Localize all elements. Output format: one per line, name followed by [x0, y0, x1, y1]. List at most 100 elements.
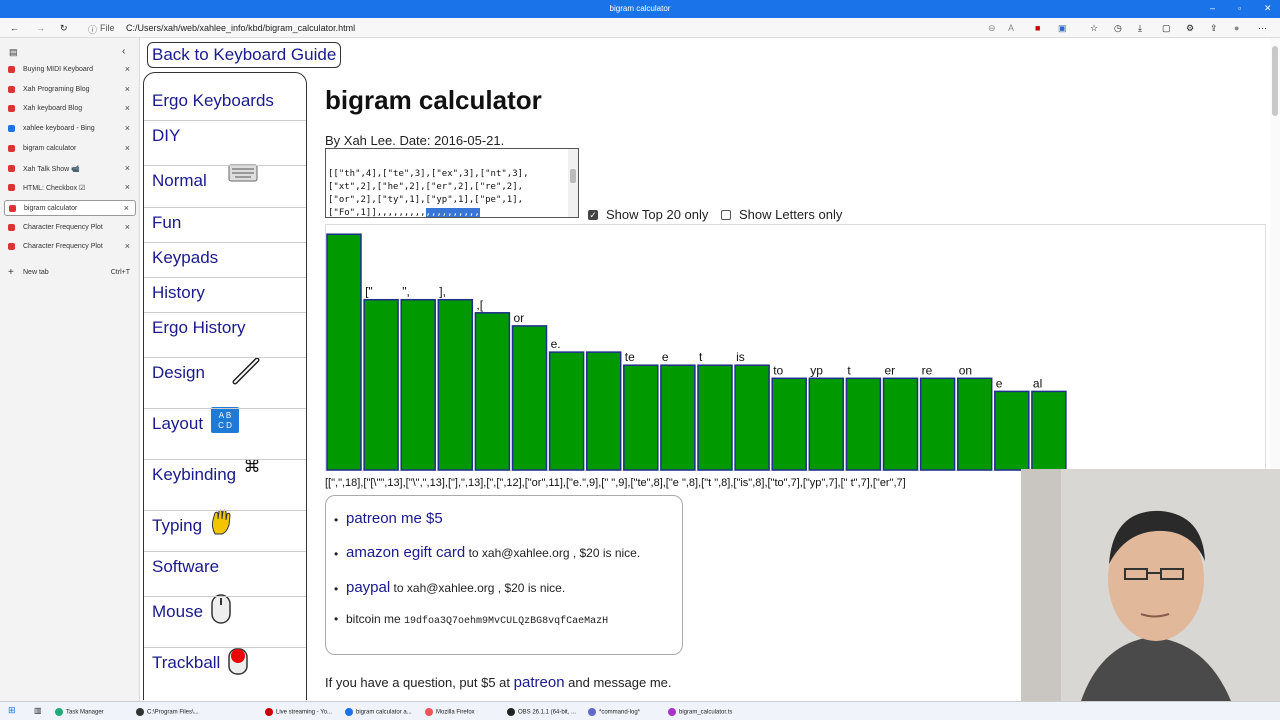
- read-aloud-icon[interactable]: A: [1008, 23, 1014, 33]
- close-tab-icon[interactable]: ×: [125, 222, 130, 232]
- trackball-icon: [227, 645, 249, 680]
- chart-bar-label: on: [959, 363, 972, 377]
- sidebar-tab[interactable]: Xah Programing Blog ×: [4, 82, 136, 98]
- window-title: bigram calculator: [609, 4, 671, 13]
- chart-bar-label: e: [996, 376, 1003, 390]
- letters-checkbox-row[interactable]: Show Letters only: [721, 207, 842, 222]
- taskbar-item-label: Mozilla Firefox: [436, 709, 475, 716]
- taskview-icon[interactable]: ▥: [34, 706, 42, 715]
- taskbar-item[interactable]: Live streaming - Yo...: [265, 708, 332, 716]
- favorites-icon[interactable]: ☆: [1090, 23, 1098, 34]
- collapse-sidebar-icon[interactable]: ‹: [122, 46, 125, 57]
- chart-bar-label: to: [773, 363, 783, 377]
- nav-item-fun[interactable]: Fun: [152, 213, 304, 233]
- nav-item-label: Typing: [152, 516, 203, 535]
- share-icon[interactable]: ⇪: [1210, 23, 1218, 34]
- sidebar-tab[interactable]: Buying MIDI Keyboard ×: [4, 62, 136, 78]
- close-tab-icon[interactable]: ×: [125, 64, 130, 74]
- sidebar-tab[interactable]: bigram calculator ×: [4, 199, 136, 216]
- patreon-link[interactable]: patreon me $5: [346, 510, 443, 527]
- taskbar-item[interactable]: bigram calculator a...: [345, 708, 412, 716]
- bigram-chart-svg: [" ",], ,[or e. te e t is to yp t er re on e al: [326, 233, 1067, 471]
- nav-divider: [144, 510, 306, 511]
- extensions-icon[interactable]: ⚙: [1186, 23, 1194, 34]
- sidebar-tab[interactable]: xahlee keyboard - Bing ×: [4, 121, 136, 137]
- site-nav: Ergo Keyboards DIY Normal Fun Keypads History…: [143, 72, 307, 700]
- close-tab-icon[interactable]: ×: [125, 182, 130, 192]
- nav-divider: [144, 312, 306, 313]
- bigram-textarea[interactable]: [["th",4],["te",3],["ex",3],["nt",3], ["x…: [325, 148, 579, 218]
- top20-checkbox-row[interactable]: ✓ Show Top 20 only: [588, 207, 708, 222]
- textarea-scrollbar[interactable]: [568, 149, 578, 217]
- sidebar-tab[interactable]: Character Frequency Plot ×: [4, 239, 136, 255]
- extension-icon[interactable]: ■: [1035, 23, 1040, 33]
- minimize-icon[interactable]: –: [1210, 3, 1215, 13]
- sidebar-tab[interactable]: HTML: Checkbox ☑ ×: [4, 180, 136, 196]
- close-tab-icon[interactable]: ×: [125, 143, 130, 153]
- sidebar-tab[interactable]: bigram calculator ×: [4, 141, 136, 157]
- taskbar-item[interactable]: Task Manager: [55, 708, 104, 716]
- close-window-icon[interactable]: ✕: [1264, 3, 1272, 14]
- back-icon[interactable]: ←: [10, 23, 19, 33]
- question-patreon-link[interactable]: patreon: [514, 674, 565, 691]
- nav-item-software[interactable]: Software: [152, 557, 304, 577]
- taskbar-item[interactable]: OBS 26.1.1 (64-bit, ...: [507, 708, 576, 716]
- nav-item-keybinding[interactable]: Keybinding: [152, 465, 304, 485]
- taskbar-item[interactable]: bigram_calculator.ts: [668, 708, 732, 716]
- nav-item-diy[interactable]: DIY: [152, 126, 304, 146]
- chart-bar-label: or: [514, 311, 525, 325]
- new-tab-button[interactable]: + New tab Ctrl+T: [4, 265, 136, 281]
- translate-icon[interactable]: ▣: [1058, 23, 1067, 34]
- profile-icon[interactable]: ●: [1234, 23, 1239, 33]
- close-tab-icon[interactable]: ×: [125, 123, 130, 133]
- close-tab-icon[interactable]: ×: [125, 84, 130, 94]
- wrench-icon: [230, 355, 262, 392]
- url-scheme: File: [100, 23, 115, 33]
- letters-checkbox[interactable]: [721, 209, 731, 220]
- sidebar-tab[interactable]: Character Frequency Plot ×: [4, 220, 136, 236]
- tab-actions-icon[interactable]: ▤: [9, 47, 18, 58]
- nav-item-keypads[interactable]: Keypads: [152, 248, 304, 268]
- taskbar-item[interactable]: Mozilla Firefox: [425, 708, 475, 716]
- top20-checkbox[interactable]: ✓: [588, 209, 598, 220]
- maximize-icon[interactable]: ▫: [1238, 3, 1241, 13]
- forward-icon[interactable]: →: [36, 23, 45, 33]
- textarea-line: ["or",2],["ty",1],["yp",1],["pe",1],: [328, 195, 524, 205]
- nav-item-ergo-keyboards[interactable]: Ergo Keyboards: [152, 91, 304, 111]
- nav-item-history[interactable]: History: [152, 283, 304, 303]
- donate-bitcoin: • bitcoin me 19dfoa3Q7oehm9MvCULQzBG8vqf…: [334, 612, 609, 627]
- url-field[interactable]: C:/Users/xah/web/xahlee_info/kbd/bigram_…: [126, 23, 355, 33]
- sidebar-tab[interactable]: Xah Talk Show 📹 ×: [4, 161, 136, 177]
- app-icon: [425, 708, 433, 716]
- history-icon[interactable]: ◷: [1114, 23, 1122, 34]
- start-icon[interactable]: ⊞: [8, 705, 16, 716]
- tab-favicon-icon: [9, 204, 16, 212]
- back-to-keyboard-guide-link[interactable]: Back to Keyboard Guide: [147, 42, 342, 68]
- nav-item-design[interactable]: Design: [152, 363, 304, 383]
- svg-text:A B: A B: [219, 411, 231, 420]
- info-icon[interactable]: ⓘ: [88, 23, 97, 36]
- taskbar-item-label: *command-log*: [599, 709, 641, 716]
- close-tab-icon[interactable]: ×: [125, 163, 130, 173]
- close-tab-icon[interactable]: ×: [125, 241, 130, 251]
- zoom-icon[interactable]: ⊖: [988, 23, 996, 34]
- chart-bar: [1031, 390, 1067, 471]
- amazon-link[interactable]: amazon egift card: [346, 544, 465, 561]
- sidebar-tab[interactable]: Xah keyboard Blog ×: [4, 101, 136, 117]
- more-icon[interactable]: ⋯: [1258, 23, 1267, 34]
- svg-text:C D: C D: [218, 421, 232, 430]
- downloads-icon[interactable]: ⤓: [1138, 23, 1142, 34]
- close-tab-icon[interactable]: ×: [124, 203, 129, 213]
- mouse-icon: [210, 594, 232, 629]
- paypal-link[interactable]: paypal: [346, 579, 390, 596]
- nav-item-ergo-history[interactable]: Ergo History: [152, 318, 304, 338]
- chart-bar: [919, 377, 956, 471]
- taskbar-item[interactable]: *command-log*: [588, 708, 640, 716]
- tab-label: Xah Talk Show 📹: [23, 165, 80, 173]
- close-tab-icon[interactable]: ×: [125, 103, 130, 113]
- reload-icon[interactable]: ↻: [60, 23, 68, 34]
- taskbar-item[interactable]: C:\Program Files\...: [136, 708, 199, 716]
- collections-icon[interactable]: ▢: [1162, 23, 1171, 34]
- nav-divider: [144, 596, 306, 597]
- nav-item-label: Normal: [152, 171, 207, 190]
